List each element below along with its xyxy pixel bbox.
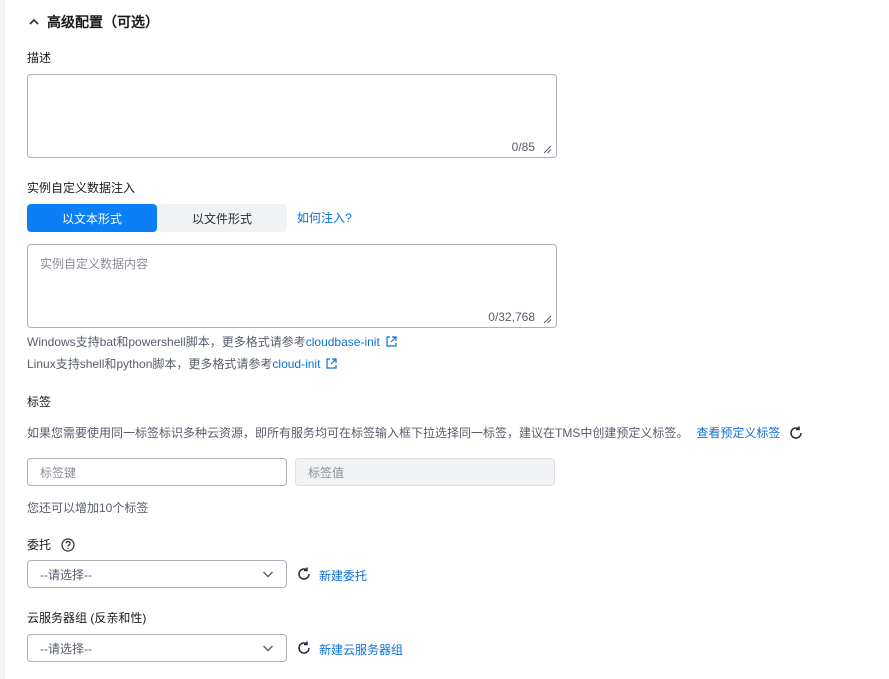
create-agency-link[interactable]: 新建委托 <box>319 567 367 584</box>
resize-handle-icon[interactable] <box>542 144 552 154</box>
chevron-down-icon <box>263 645 273 652</box>
predefined-tags-link[interactable]: 查看预定义标签 <box>696 424 780 441</box>
linux-hint-text: Linux支持shell和python脚本，更多格式请参考 <box>27 357 273 371</box>
tag-key-input[interactable]: 标签键 <box>27 458 287 486</box>
question-circle-icon[interactable] <box>61 537 75 552</box>
tags-hint-text: 如果您需要使用同一标签标识多种云资源，即所有服务均可在标签输入框下拉选择同一标签… <box>27 426 689 440</box>
resize-handle-icon[interactable] <box>542 314 552 324</box>
server-group-select-value: --请选择-- <box>40 641 92 656</box>
user-data-counter: 0/32,768 <box>488 310 535 324</box>
tab-text-mode[interactable]: 以文本形式 <box>27 204 157 232</box>
refresh-icon[interactable] <box>296 640 312 656</box>
chevron-up-icon[interactable] <box>27 15 41 29</box>
tags-remaining-text: 您还可以增加10个标签 <box>27 501 149 515</box>
tag-value-placeholder: 标签值 <box>308 465 345 480</box>
windows-hint: Windows支持bat和powershell脚本，更多格式请参考 cloudb… <box>27 333 398 350</box>
windows-hint-text: Windows支持bat和powershell脚本，更多格式请参考 <box>27 335 306 349</box>
user-data-label: 实例自定义数据注入 <box>27 181 136 195</box>
external-link-icon[interactable] <box>325 357 338 370</box>
tag-key-placeholder: 标签键 <box>40 465 77 480</box>
tab-file-mode[interactable]: 以文件形式 <box>157 204 287 232</box>
advanced-config-panel: 高级配置（可选） 描述 0/85 实例自定义数据注入 以文本形式 以文件形式 如… <box>5 0 889 679</box>
agency-select-value: --请选择-- <box>40 567 92 582</box>
refresh-icon[interactable] <box>296 566 312 582</box>
refresh-icon[interactable] <box>788 425 804 441</box>
external-link-icon[interactable] <box>385 335 398 348</box>
user-data-textarea[interactable]: 实例自定义数据内容 0/32,768 <box>27 244 557 328</box>
description-label: 描述 <box>27 51 52 65</box>
linux-hint: Linux支持shell和python脚本，更多格式请参考 cloud-init <box>27 355 338 372</box>
cloudbase-init-link[interactable]: cloudbase-init <box>306 335 380 349</box>
agency-label-row: 委托 <box>27 536 75 553</box>
tags-hint: 如果您需要使用同一标签标识多种云资源，即所有服务均可在标签输入框下拉选择同一标签… <box>27 424 804 441</box>
user-data-placeholder: 实例自定义数据内容 <box>40 257 149 271</box>
tag-value-input: 标签值 <box>295 458 555 486</box>
agency-label: 委托 <box>27 538 52 552</box>
section-title: 高级配置（可选） <box>47 14 159 30</box>
section-header[interactable]: 高级配置（可选） <box>27 12 159 32</box>
server-group-select[interactable]: --请选择-- <box>27 634 287 662</box>
description-counter: 0/85 <box>511 140 535 154</box>
create-server-group-link[interactable]: 新建云服务器组 <box>319 641 403 658</box>
cloud-init-link[interactable]: cloud-init <box>272 357 320 371</box>
agency-select[interactable]: --请选择-- <box>27 560 287 588</box>
chevron-down-icon <box>263 571 273 578</box>
description-textarea[interactable]: 0/85 <box>27 74 557 158</box>
tags-label: 标签 <box>27 395 52 409</box>
how-to-inject-link[interactable]: 如何注入? <box>297 209 352 226</box>
server-group-label: 云服务器组 (反亲和性) <box>27 611 147 625</box>
injection-mode-tabs: 以文本形式 以文件形式 <box>27 204 287 232</box>
